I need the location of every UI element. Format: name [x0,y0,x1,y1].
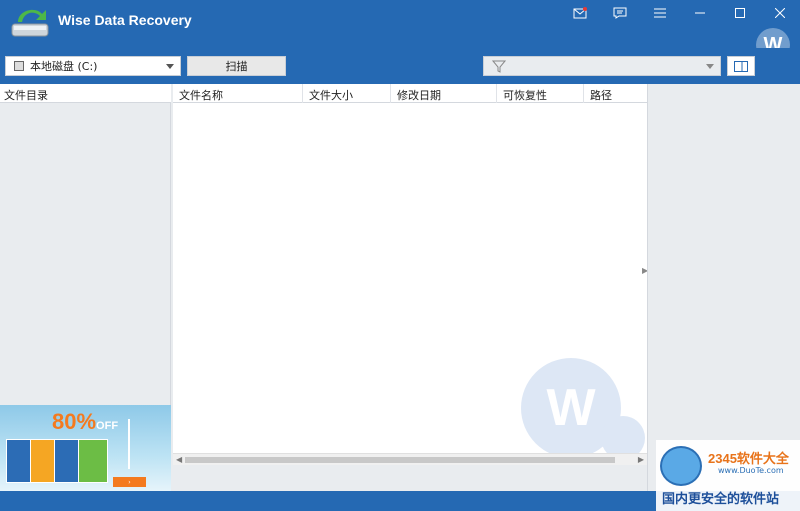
mascot-icon [660,446,702,486]
window-controls [560,0,800,26]
toolbar: 本地磁盘 (C:) 扫描 [0,48,800,84]
list-footer [173,465,647,491]
promo-cta-button[interactable]: › [113,477,146,487]
feedback-icon[interactable] [600,0,640,26]
app-title: Wise Data Recovery [58,12,192,28]
column-header-path[interactable]: 路径 [584,84,647,103]
tree-header: 文件目录 [0,84,171,103]
promo-discount: 80%OFF [52,409,118,435]
mail-icon[interactable] [560,0,600,26]
chevron-down-icon [166,64,174,69]
maximize-icon[interactable] [720,0,760,26]
file-list-header: 文件名称 文件大小 修改日期 可恢复性 路径 [173,84,647,103]
site-url: www.DuoTe.com [718,466,784,475]
column-header-modified[interactable]: 修改日期 [391,84,497,103]
scan-button[interactable]: 扫描 [187,56,286,76]
panel-toggle-button[interactable] [727,56,755,76]
promo-discount-value: 80% [52,409,97,434]
preview-panel [647,84,800,491]
scroll-left-icon[interactable]: ◀ [176,455,182,464]
app-logo-icon [11,9,49,37]
drive-icon [14,61,24,71]
column-header-recoverability[interactable]: 可恢复性 [497,84,584,103]
site-brand: 2345软件大全 [708,451,789,466]
promo-banner[interactable]: 80%OFF › [0,405,171,491]
scrollbar-thumb[interactable] [185,457,615,463]
site-slogan: 国内更安全的软件站 [662,492,780,507]
drive-select[interactable]: 本地磁盘 (C:) [5,56,181,76]
split-view-icon [734,60,748,72]
wise-watermark-bubble [601,416,645,453]
chevron-down-icon [706,64,714,69]
scroll-right-icon[interactable]: ▶ [638,455,644,464]
drive-select-value: 本地磁盘 (C:) [30,60,98,73]
product-box-image [78,439,108,483]
menu-icon[interactable] [640,0,680,26]
title-bar: Wise Data Recovery W [0,0,800,62]
minimize-icon[interactable] [680,0,720,26]
file-list[interactable]: W [173,103,647,453]
horizontal-scrollbar[interactable]: ◀ ▶ [173,453,647,465]
column-header-name[interactable]: 文件名称 [173,84,303,103]
column-header-size[interactable]: 文件大小 [303,84,391,103]
filter-input[interactable] [483,56,721,76]
site-watermark: 2345软件大全 www.DuoTe.com 国内更安全的软件站 [656,440,800,511]
promo-off-label: OFF [96,420,119,432]
filter-icon [492,60,506,73]
folder-tree[interactable] [0,103,171,405]
snow-tree-image [128,419,152,469]
close-icon[interactable] [760,0,800,26]
